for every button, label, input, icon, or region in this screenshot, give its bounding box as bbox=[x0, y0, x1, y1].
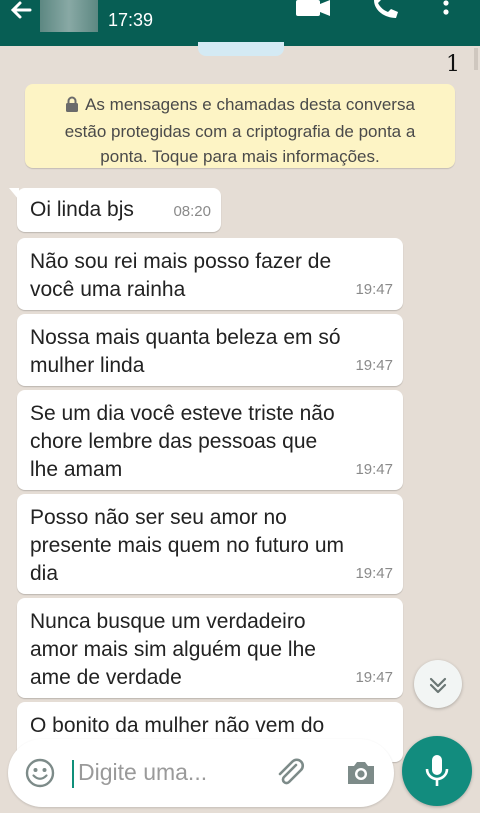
notice-line-1: As mensagens e chamadas desta conversa bbox=[85, 95, 415, 114]
message-text: presente mais quem no futuro um bbox=[30, 534, 344, 557]
message-text: dia bbox=[30, 562, 59, 585]
message-bubble[interactable]: Não sou rei mais posso fazer de você uma… bbox=[17, 238, 403, 310]
message-text: Nossa mais quanta beleza em só bbox=[30, 326, 341, 349]
message-text: O bonito da mulher não vem do bbox=[30, 714, 325, 737]
message-time: 19:47 bbox=[355, 669, 393, 686]
encryption-notice[interactable]: As mensagens e chamadas desta conversa e… bbox=[25, 84, 455, 168]
scroll-indicator bbox=[474, 48, 478, 70]
notice-line-3: ponta. Toque para mais informações. bbox=[100, 147, 380, 166]
message-text: Nunca busque um verdadeiro bbox=[30, 610, 306, 633]
header-time: 17:39 bbox=[108, 10, 154, 30]
message-text: chore lembre das pessoas que bbox=[30, 430, 318, 453]
message-text: Não sou rei mais posso fazer de bbox=[30, 250, 332, 273]
mic-button[interactable] bbox=[402, 736, 472, 806]
more-vertical-icon[interactable] bbox=[441, 0, 451, 23]
message-text: Se um dia você esteve triste não bbox=[30, 402, 335, 425]
message-time: 19:47 bbox=[355, 565, 393, 582]
message-text: ame de verdade bbox=[30, 666, 182, 689]
bubble-tail bbox=[9, 188, 19, 200]
emoji-icon[interactable] bbox=[24, 757, 56, 789]
message-time: 19:47 bbox=[355, 357, 393, 374]
back-arrow-icon[interactable] bbox=[6, 0, 36, 30]
mic-icon bbox=[425, 755, 449, 786]
chat-header: 17:39 bbox=[0, 0, 480, 46]
phone-icon[interactable] bbox=[370, 0, 400, 25]
lock-icon bbox=[65, 94, 79, 119]
page-marker: 1 bbox=[446, 52, 460, 77]
attach-icon[interactable] bbox=[274, 757, 306, 789]
message-input[interactable]: Digite uma... bbox=[78, 759, 207, 786]
text-cursor bbox=[72, 760, 74, 788]
message-bubble[interactable]: Posso não ser seu amor no presente mais … bbox=[17, 494, 403, 594]
message-text: mulher linda bbox=[30, 354, 145, 377]
camera-icon[interactable] bbox=[344, 757, 378, 789]
date-chip bbox=[198, 42, 284, 56]
message-bubble[interactable]: Nossa mais quanta beleza em só mulher li… bbox=[17, 314, 403, 386]
message-text: Posso não ser seu amor no bbox=[30, 506, 287, 529]
message-bubble[interactable]: Nunca busque um verdadeiro amor mais sim… bbox=[17, 598, 403, 698]
double-chevron-down-icon bbox=[429, 677, 447, 694]
message-text: amor mais sim alguém que lhe bbox=[30, 638, 316, 661]
scroll-down-button[interactable] bbox=[414, 660, 462, 708]
message-composer: Digite uma... bbox=[8, 739, 394, 807]
message-text: você uma rainha bbox=[30, 278, 186, 301]
message-time: 19:47 bbox=[355, 281, 393, 298]
video-call-icon[interactable] bbox=[296, 0, 332, 25]
avatar[interactable] bbox=[40, 0, 98, 32]
message-bubble[interactable]: Se um dia você esteve triste não chore l… bbox=[17, 390, 403, 490]
message-time: 08:20 bbox=[173, 203, 211, 220]
message-bubble[interactable]: Oi linda bjs 08:20 bbox=[9, 188, 221, 232]
message-text: lhe amam bbox=[30, 458, 123, 481]
message-time: 19:47 bbox=[355, 461, 393, 478]
notice-line-2: estão protegidas com a criptografia de p… bbox=[64, 122, 416, 141]
